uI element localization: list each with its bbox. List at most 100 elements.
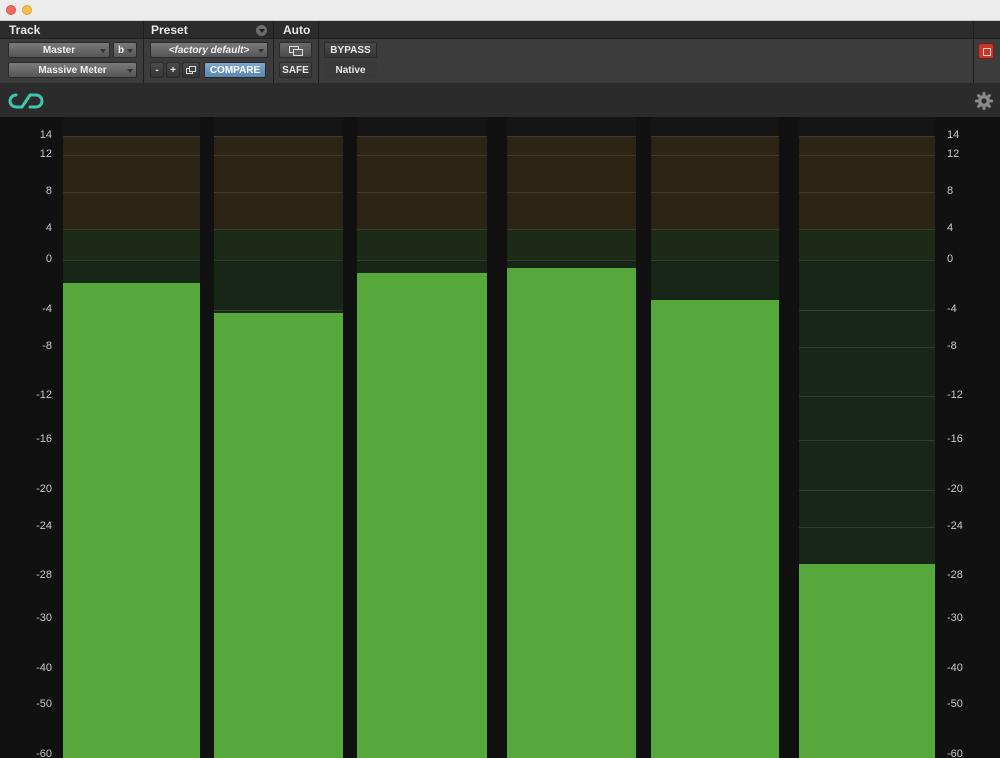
meter-channel: [507, 117, 636, 758]
meter-gridline: [357, 155, 487, 156]
meter-gridline: [357, 136, 487, 137]
gear-icon[interactable]: [974, 91, 994, 111]
scale-label-right: -60: [947, 748, 963, 758]
minimize-window-button[interactable]: [22, 5, 32, 15]
scale-label-right: -50: [947, 698, 963, 710]
meter-gridline: [799, 260, 935, 261]
meter-level-bar: [651, 300, 779, 758]
meter-gridline: [214, 310, 343, 311]
scale-label-left: 4: [45, 222, 52, 234]
meter-zone: [214, 229, 343, 260]
meter-zone: [214, 117, 343, 136]
copy-icon: [186, 66, 196, 74]
scale-label-left: -24: [36, 520, 52, 532]
meter-gridline: [507, 192, 636, 193]
meter-gridline: [651, 260, 779, 261]
meter-gridline: [651, 155, 779, 156]
meter-zone: [799, 136, 935, 229]
scale-label-left: 12: [39, 148, 52, 160]
bypass-button[interactable]: BYPASS: [324, 42, 377, 58]
scale-label-left: -60: [36, 748, 52, 758]
scale-label-left: -50: [36, 698, 52, 710]
meter-zone: [651, 117, 779, 136]
meter-channel: [651, 117, 779, 758]
meter-zone: [357, 136, 487, 229]
meter-gridline: [799, 490, 935, 491]
meter-zone: [507, 136, 636, 229]
meter-gridline: [799, 155, 935, 156]
meter-level-bar: [214, 312, 343, 758]
meter-zone: [357, 117, 487, 136]
meter-level-bar: [507, 267, 636, 758]
header-divider: [273, 21, 274, 83]
scale-label-left: -12: [36, 389, 52, 401]
compare-button[interactable]: COMPARE: [204, 62, 266, 78]
scale-label-left: 8: [45, 185, 52, 197]
meter-gridline: [63, 155, 200, 156]
scale-label-right: 8: [947, 185, 954, 197]
scale-label-left: -28: [36, 569, 52, 581]
next-preset-button[interactable]: +: [166, 62, 180, 78]
chevron-down-icon: [100, 49, 106, 53]
meter-zone: [651, 229, 779, 260]
meter-gridline: [63, 260, 200, 261]
scale-label-right: -24: [947, 520, 963, 532]
meter-gridline: [507, 260, 636, 261]
scale-label-right: 0: [947, 253, 954, 265]
brand-logo-icon: [8, 93, 44, 109]
plugin-logo-bar: [0, 84, 1000, 117]
plugin-header: Track Preset Auto Master b Massive Meter…: [0, 21, 1000, 84]
preset-select[interactable]: <factory default>: [150, 42, 268, 58]
meter-gridline: [799, 347, 935, 348]
previous-preset-button[interactable]: -: [150, 62, 164, 78]
copy-settings-button[interactable]: [182, 62, 200, 78]
preset-menu-button[interactable]: [255, 24, 268, 37]
meter-channel: [63, 117, 200, 758]
automation-window-button[interactable]: [279, 42, 312, 58]
meter-gridline: [507, 136, 636, 137]
meter-level-bar: [357, 272, 487, 758]
auto-section-label: Auto: [283, 23, 311, 37]
meter-gridline: [799, 310, 935, 311]
meter-zone: [63, 229, 200, 260]
safe-button[interactable]: SAFE: [279, 62, 312, 78]
header-divider: [143, 21, 144, 83]
meter-gridline: [507, 229, 636, 230]
scale-label-right: -8: [947, 340, 957, 352]
meter-zone: [63, 117, 200, 136]
track-select[interactable]: Master: [8, 42, 110, 58]
automation-icon: [288, 46, 303, 56]
header-divider: [973, 21, 974, 83]
close-window-button[interactable]: [6, 5, 16, 15]
track-variant-value: b: [118, 45, 125, 56]
meter-gridline: [651, 136, 779, 137]
plugin-select-value: Massive Meter: [38, 65, 107, 76]
scale-label-left: -4: [42, 303, 52, 315]
meter-zone: [357, 229, 487, 260]
chevron-down-icon: [127, 69, 133, 73]
track-select-value: Master: [42, 45, 76, 56]
meter-channel: [357, 117, 487, 758]
meter-gridline: [63, 229, 200, 230]
scale-label-right: -30: [947, 612, 963, 624]
meter-gridline: [651, 192, 779, 193]
scale-label-left: -20: [36, 483, 52, 495]
meter-gridline: [507, 155, 636, 156]
plugin-select[interactable]: Massive Meter: [8, 62, 137, 78]
meter-gridline: [799, 440, 935, 441]
power-icon[interactable]: [978, 43, 994, 59]
meter-gridline: [214, 192, 343, 193]
meter-gridline: [357, 192, 487, 193]
meter-level-bar: [63, 282, 200, 758]
meter-zone: [214, 136, 343, 229]
meter-zone: [651, 136, 779, 229]
meter-channel: [214, 117, 343, 758]
meter-zone: [799, 229, 935, 260]
meter-gridline: [214, 155, 343, 156]
header-labels-row: Track Preset Auto: [0, 21, 1000, 39]
track-variant-select[interactable]: b: [113, 42, 137, 58]
scale-label-right: 4: [947, 222, 954, 234]
scale-label-right: -40: [947, 662, 963, 674]
scale-label-right: -16: [947, 433, 963, 445]
scale-label-right: -12: [947, 389, 963, 401]
